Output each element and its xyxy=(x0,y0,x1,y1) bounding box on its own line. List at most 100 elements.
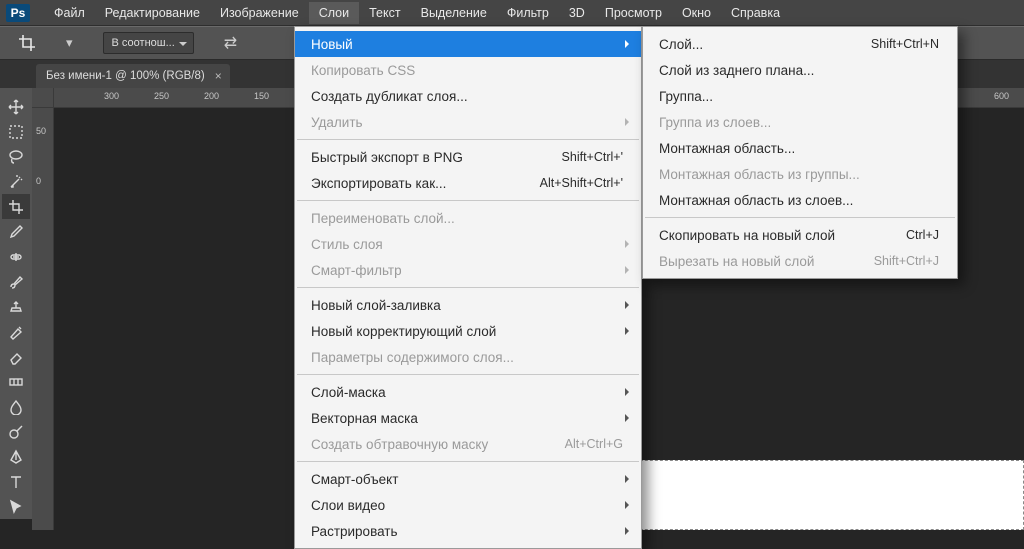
layers-menu-item[interactable]: Быстрый экспорт в PNG Shift+Ctrl+' xyxy=(295,144,641,170)
clone-stamp-tool[interactable] xyxy=(2,294,30,319)
ruler-corner xyxy=(32,88,54,108)
layers-new-submenu-item: Вырезать на новый слой Shift+Ctrl+J xyxy=(643,248,957,274)
menu-item-shortcut: Ctrl+J xyxy=(906,228,939,242)
layers-new-submenu: Слой... Shift+Ctrl+N Слой из заднего плана… xyxy=(642,26,958,279)
ruler-tick: 150 xyxy=(254,91,269,101)
lasso-tool[interactable] xyxy=(2,144,30,169)
menubar: Ps ФайлРедактированиеИзображениеСлоиТекс… xyxy=(0,0,1024,26)
layers-menu-item: Копировать CSS xyxy=(295,57,641,83)
menu-item-shortcut: Alt+Ctrl+G xyxy=(565,437,623,451)
eyedropper-tool[interactable] xyxy=(2,219,30,244)
menu-item-label: Быстрый экспорт в PNG xyxy=(311,150,522,165)
layers-menu-item: Удалить xyxy=(295,109,641,135)
menu-separator xyxy=(297,139,639,140)
magic-wand-tool[interactable] xyxy=(2,169,30,194)
layers-menu-item[interactable]: Экспортировать как...Alt+Shift+Ctrl+' xyxy=(295,170,641,196)
layers-menu-item[interactable]: Новый корректирующий слой xyxy=(295,318,641,344)
menu-item-label: Новый корректирующий слой xyxy=(311,324,623,339)
layers-menu-item: Смарт-фильтр xyxy=(295,257,641,283)
eraser-tool[interactable] xyxy=(2,344,30,369)
menu-item-label: Создать дубликат слоя... xyxy=(311,89,623,104)
menu-item-label: Вырезать на новый слой xyxy=(659,254,834,269)
healing-brush-tool[interactable] xyxy=(2,244,30,269)
brush-tool[interactable] xyxy=(2,269,30,294)
close-icon[interactable]: × xyxy=(215,69,222,83)
menu-item-shortcut: Shift+Ctrl+J xyxy=(874,254,939,268)
layers-menu-item[interactable]: Векторная маска xyxy=(295,405,641,431)
ruler-tick: 300 xyxy=(104,91,119,101)
layers-menu-item[interactable]: Новый xyxy=(295,31,641,57)
menu-справка[interactable]: Справка xyxy=(721,2,790,24)
ruler-tick: 600 xyxy=(994,91,1009,101)
layers-new-submenu-item[interactable]: Слой из заднего плана... xyxy=(643,57,957,83)
menu-item-label: Скопировать на новый слой xyxy=(659,228,866,243)
dodge-tool[interactable] xyxy=(2,419,30,444)
layers-menu-item[interactable]: Слои видео xyxy=(295,492,641,518)
chevron-down-icon: ▾ xyxy=(66,35,73,51)
menu-item-label: Слой из заднего плана... xyxy=(659,63,939,78)
menu-item-label: Переименовать слой... xyxy=(311,211,623,226)
menu-item-label: Копировать CSS xyxy=(311,63,623,78)
document-tab-title: Без имени-1 @ 100% (RGB/8) xyxy=(46,70,205,82)
menu-item-shortcut: Shift+Ctrl+N xyxy=(871,37,939,51)
menu-separator xyxy=(297,200,639,201)
document-tab[interactable]: Без имени-1 @ 100% (RGB/8) × xyxy=(36,64,230,88)
marquee-tool[interactable] xyxy=(2,119,30,144)
layers-new-submenu-item[interactable]: Скопировать на новый слой Ctrl+J xyxy=(643,222,957,248)
layers-menu: Новый Копировать CSS Создать дубликат слоя… xyxy=(294,26,642,549)
menu-слои[interactable]: Слои xyxy=(309,2,359,24)
layers-new-submenu-item[interactable]: Монтажная область... xyxy=(643,135,957,161)
menu-separator xyxy=(297,374,639,375)
history-brush-tool[interactable] xyxy=(2,319,30,344)
move-tool[interactable] xyxy=(2,94,30,119)
menu-текст[interactable]: Текст xyxy=(359,2,410,24)
layers-menu-item: Создать обтравочную маскуAlt+Ctrl+G xyxy=(295,431,641,457)
menu-фильтр[interactable]: Фильтр xyxy=(497,2,559,24)
menu-выделение[interactable]: Выделение xyxy=(411,2,497,24)
menu-item-label: Слой... xyxy=(659,37,831,52)
ruler-tick: 50 xyxy=(36,126,46,136)
layers-new-submenu-item[interactable]: Слой... Shift+Ctrl+N xyxy=(643,31,957,57)
menu-item-label: Стиль слоя xyxy=(311,237,623,252)
layers-new-submenu-item: Группа из слоев... xyxy=(643,109,957,135)
menu-item-label: Новый xyxy=(311,37,623,52)
menu-редактирование[interactable]: Редактирование xyxy=(95,2,210,24)
ruler-vertical: 500 xyxy=(32,108,54,530)
menu-item-label: Новый слой-заливка xyxy=(311,298,623,313)
menu-item-label: Монтажная область... xyxy=(659,141,939,156)
menu-3d[interactable]: 3D xyxy=(559,2,595,24)
layers-menu-item[interactable]: Создать дубликат слоя... xyxy=(295,83,641,109)
menu-separator xyxy=(297,287,639,288)
layers-menu-item[interactable]: Слой-маска xyxy=(295,379,641,405)
layers-menu-item[interactable]: Новый слой-заливка xyxy=(295,292,641,318)
layers-menu-item: Переименовать слой... xyxy=(295,205,641,231)
menu-item-label: Растрировать xyxy=(311,524,623,539)
menu-item-label: Слои видео xyxy=(311,498,623,513)
menu-изображение[interactable]: Изображение xyxy=(210,2,309,24)
ruler-tick: 250 xyxy=(154,91,169,101)
gradient-tool[interactable] xyxy=(2,369,30,394)
layers-menu-item[interactable]: Смарт-объект xyxy=(295,466,641,492)
blur-tool[interactable] xyxy=(2,394,30,419)
layers-menu-item[interactable]: Растрировать xyxy=(295,518,641,544)
layers-new-submenu-item[interactable]: Монтажная область из слоев... xyxy=(643,187,957,213)
menu-item-label: Группа из слоев... xyxy=(659,115,939,130)
type-tool[interactable] xyxy=(2,469,30,494)
crop-tool[interactable] xyxy=(2,194,30,219)
layers-new-submenu-item[interactable]: Группа... xyxy=(643,83,957,109)
menu-item-label: Монтажная область из группы... xyxy=(659,167,939,182)
menu-файл[interactable]: Файл xyxy=(44,2,95,24)
aspect-ratio-dropdown[interactable]: В соотнош... xyxy=(103,32,194,54)
menu-окно[interactable]: Окно xyxy=(672,2,721,24)
menu-item-label: Параметры содержимого слоя... xyxy=(311,350,623,365)
toolbox xyxy=(0,88,32,519)
pen-tool[interactable] xyxy=(2,444,30,469)
path-selection-tool[interactable] xyxy=(2,494,30,519)
menu-item-label: Слой-маска xyxy=(311,385,623,400)
menu-item-label: Группа... xyxy=(659,89,939,104)
menu-item-label: Экспортировать как... xyxy=(311,176,500,191)
layers-menu-item: Стиль слоя xyxy=(295,231,641,257)
swap-icon[interactable]: ⇄ xyxy=(224,33,237,53)
menu-просмотр[interactable]: Просмотр xyxy=(595,2,672,24)
menu-item-shortcut: Shift+Ctrl+' xyxy=(562,150,623,164)
